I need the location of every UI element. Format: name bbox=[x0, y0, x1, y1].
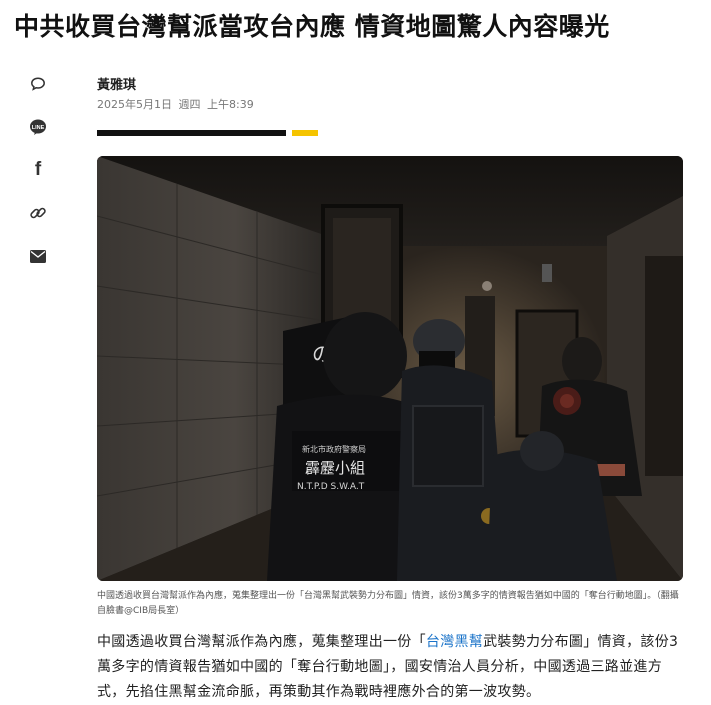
comment-button[interactable] bbox=[24, 70, 52, 98]
weekday-text: 週四 bbox=[178, 98, 201, 111]
article-headline: 中共收買台灣幫派當攻台內應 情資地圖驚人內容曝光 bbox=[14, 12, 610, 41]
article-paragraph: 中國透過收買台灣幫派作為內應，蒐集整理出一份「台灣黑幫武裝勢力分布圖」情資，該份… bbox=[97, 630, 687, 705]
vest-text-swat: N.T.P.D S.W.A.T bbox=[297, 482, 365, 492]
vest-text-unit: 新北市政府警察局 bbox=[302, 444, 366, 454]
vest-text-team: 霹靂小組 bbox=[305, 459, 365, 477]
author-name[interactable]: 黃雅琪 bbox=[97, 74, 136, 93]
email-share-button[interactable] bbox=[24, 242, 52, 270]
link-icon bbox=[30, 207, 46, 219]
line-share-button[interactable]: LINE bbox=[24, 113, 52, 141]
facebook-share-button[interactable]: f bbox=[24, 156, 52, 184]
divider-black bbox=[97, 130, 286, 136]
publish-date: 2025年5月1日 週四 上午8:39 bbox=[97, 96, 257, 112]
divider-accent bbox=[292, 130, 318, 136]
paragraph-text-start: 中國透過收買台灣幫派作為內應，蒐集整理出一份「 bbox=[97, 634, 426, 650]
line-icon-text: LINE bbox=[32, 125, 45, 131]
facebook-icon: f bbox=[34, 159, 42, 180]
swat-hallway-image: の 新北市政府警察局 霹靂小組 N.T.P.D S.W.A.T bbox=[97, 156, 683, 581]
copy-link-button[interactable] bbox=[24, 199, 52, 227]
comment-icon bbox=[31, 77, 45, 91]
photo-caption: 中國透過收買台灣幫派作為內應，蒐集整理出一份「台灣黑幫武裝勢力分布圖」情資，該份… bbox=[97, 591, 679, 616]
tag-link-taiwan-gangs[interactable]: 台灣黑幫 bbox=[426, 634, 483, 650]
share-bar: LINE f bbox=[24, 70, 52, 285]
date-text: 2025年5月1日 bbox=[97, 98, 172, 111]
line-icon: LINE bbox=[30, 119, 46, 135]
article-photo[interactable]: の 新北市政府警察局 霹靂小組 N.T.P.D S.W.A.T bbox=[97, 156, 683, 581]
time-text: 上午8:39 bbox=[207, 98, 254, 111]
mail-icon bbox=[30, 249, 46, 263]
